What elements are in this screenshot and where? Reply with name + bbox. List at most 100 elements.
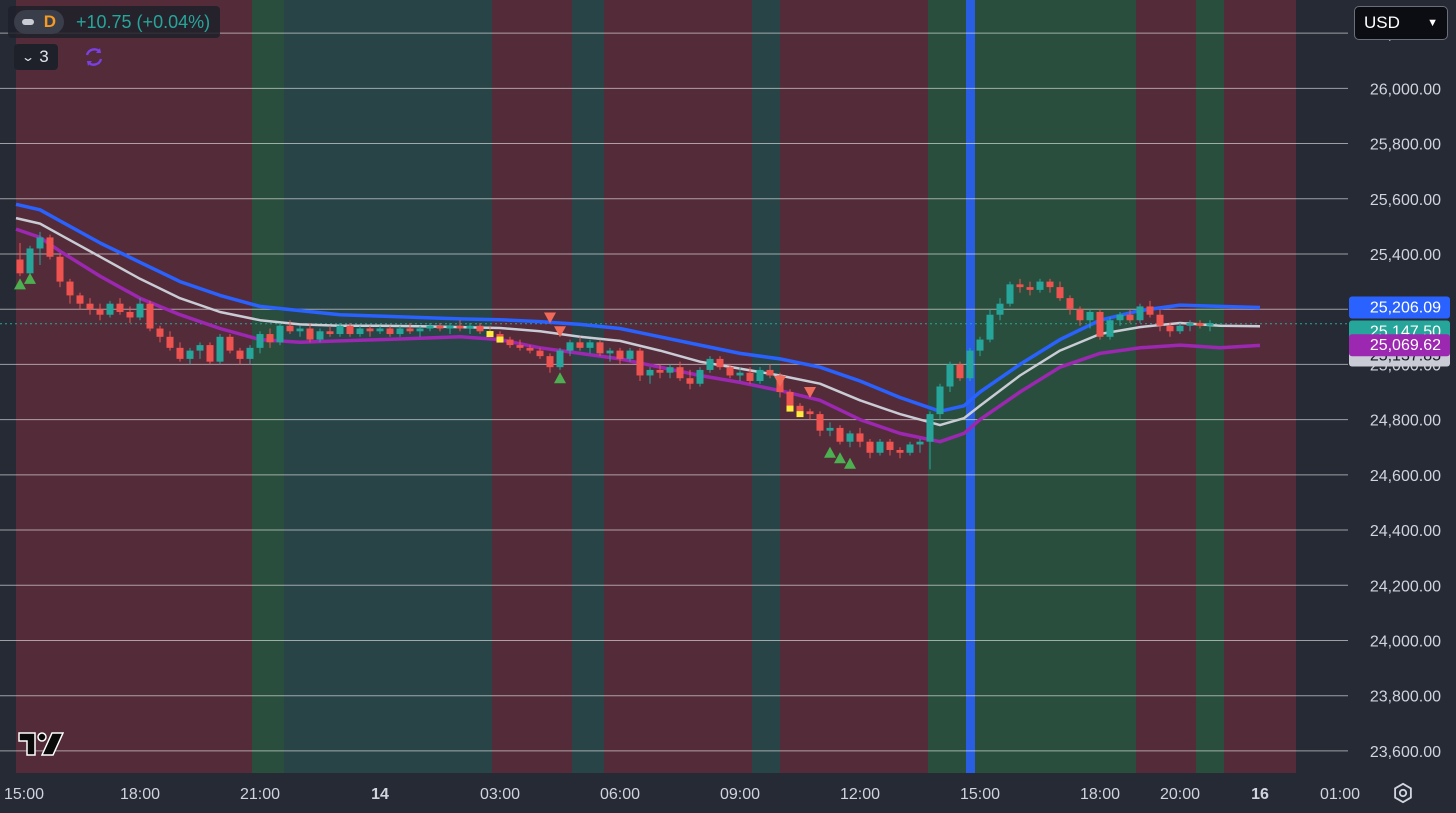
candle-body: [656, 369, 664, 373]
candle-body: [1126, 314, 1134, 321]
candle-body: [16, 259, 24, 274]
y-tick-label: 25,600.00: [1370, 192, 1441, 209]
candle-body: [236, 350, 244, 359]
interval-label: D: [43, 12, 56, 31]
session-band: [284, 0, 364, 773]
candle-body: [106, 303, 114, 315]
candle-body: [186, 350, 194, 359]
y-tick-label: 26,000.00: [1370, 81, 1441, 98]
candle-body: [826, 427, 834, 431]
candle-body: [516, 345, 524, 348]
candle-body: [1006, 284, 1014, 304]
highlight-candle: [796, 411, 804, 418]
candle-body: [976, 339, 984, 351]
candle-body: [536, 350, 544, 357]
candle-body: [256, 334, 264, 348]
candle-body: [126, 311, 134, 318]
x-tick-label: 15:00: [4, 786, 44, 803]
price-change: +10.75 (+0.04%): [76, 11, 211, 32]
candle-body: [586, 342, 594, 348]
candle-body: [846, 433, 854, 442]
highlight-candle: [486, 331, 494, 338]
x-tick-label: 12:00: [840, 786, 880, 803]
candle-body: [726, 367, 734, 376]
candle-body: [1106, 320, 1114, 337]
candle-body: [156, 328, 164, 337]
candle-body: [196, 345, 204, 351]
candle-body: [1026, 287, 1034, 290]
candle-body: [566, 342, 574, 351]
candle-body: [526, 347, 534, 351]
session-band: [252, 0, 284, 773]
candle-body: [936, 386, 944, 415]
candle-body: [576, 342, 584, 348]
y-tick-label: 25,400.00: [1370, 247, 1441, 264]
candle-body: [86, 303, 94, 310]
x-tick-label: 18:00: [120, 786, 160, 803]
candle-body: [856, 433, 864, 442]
caret-down-icon: ▼: [1427, 17, 1438, 29]
candle-body: [46, 237, 54, 257]
candle-body: [836, 427, 844, 442]
y-tick-label: 24,800.00: [1370, 413, 1441, 430]
candle-body: [96, 309, 104, 315]
candle-body: [266, 334, 274, 343]
candle-body: [436, 325, 444, 329]
candle-body: [916, 441, 924, 445]
x-tick-label: 21:00: [240, 786, 280, 803]
highlight-candle: [496, 336, 504, 343]
candle-body: [806, 411, 814, 415]
candle-body: [36, 237, 44, 249]
candle-body: [956, 364, 964, 379]
candle-body: [446, 325, 454, 329]
candle-body: [66, 281, 74, 296]
candle-body: [26, 248, 34, 274]
candle-body: [616, 350, 624, 359]
candle-body: [416, 328, 424, 332]
y-tick-label: 25,800.00: [1370, 137, 1441, 154]
candle-body: [426, 325, 434, 329]
y-tick-label: 24,200.00: [1370, 578, 1441, 595]
candle-body: [716, 358, 724, 368]
candle-body: [276, 325, 284, 343]
candle-body: [556, 350, 564, 368]
highlight-candle: [786, 405, 794, 412]
price-chart[interactable]: 26,200.0026,000.0025,800.0025,600.0025,4…: [0, 0, 1456, 813]
currency-select[interactable]: USD ▼: [1354, 6, 1448, 40]
highlight-bar: [966, 0, 975, 773]
candle-body: [1046, 281, 1054, 288]
candle-body: [1146, 306, 1154, 315]
candle-body: [356, 328, 364, 335]
candle-body: [1176, 325, 1184, 332]
interval-toggle[interactable]: D: [14, 10, 64, 34]
sync-icon[interactable]: [82, 45, 106, 69]
candle-body: [216, 336, 224, 362]
candle-body: [336, 325, 344, 335]
currency-label: USD: [1364, 13, 1400, 32]
tradingview-logo[interactable]: [18, 732, 64, 756]
candle-body: [1036, 281, 1044, 290]
candle-body: [966, 350, 974, 379]
candle-body: [506, 339, 514, 346]
x-tick-label: 09:00: [720, 786, 760, 803]
gear-icon[interactable]: [1392, 782, 1414, 804]
minus-pill-icon: [22, 19, 34, 25]
candle-body: [606, 350, 614, 354]
y-tick-label: 24,000.00: [1370, 633, 1441, 650]
candle-body: [76, 295, 84, 304]
y-tick-label: 24,400.00: [1370, 523, 1441, 540]
session-band: [604, 0, 752, 773]
candle-body: [466, 325, 474, 329]
candle-body: [996, 303, 1004, 315]
indicators-collapse-button[interactable]: ⌄ 3: [14, 44, 58, 70]
candle-body: [116, 303, 124, 312]
candle-body: [176, 347, 184, 359]
candle-body: [1066, 298, 1074, 310]
candle-body: [346, 325, 354, 335]
candle-body: [636, 350, 644, 376]
candle-body: [1156, 314, 1164, 326]
candle-body: [676, 367, 684, 379]
candle-body: [286, 325, 294, 332]
candle-body: [666, 367, 674, 373]
y-tick-label: 23,800.00: [1370, 689, 1441, 706]
